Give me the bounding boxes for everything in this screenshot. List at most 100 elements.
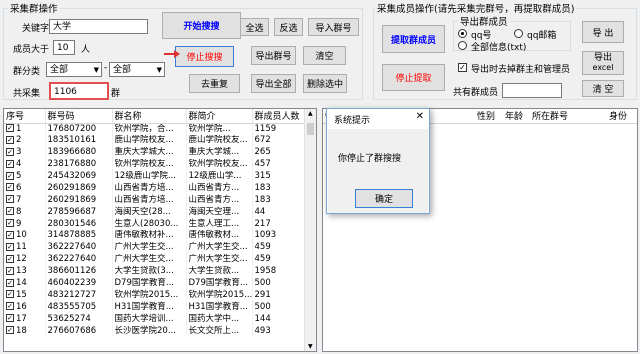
row-group-name: 国药大学培训... bbox=[112, 313, 187, 326]
row-checkbox[interactable]: ✓ bbox=[6, 159, 14, 168]
row-checkbox[interactable]: ✓ bbox=[6, 183, 14, 192]
export-button[interactable]: 导 出 bbox=[582, 21, 624, 43]
col-header-group-id[interactable]: 群号码 bbox=[45, 109, 113, 124]
clear-groups-button[interactable]: 清空 bbox=[303, 46, 346, 65]
col-header-group-name[interactable]: 群名称 bbox=[112, 109, 187, 124]
table-row[interactable]: ✓ 11 362227640 广州大学生交... 广州大学生交... 459 bbox=[4, 241, 307, 254]
extract-members-button[interactable]: 提取群成员 bbox=[382, 25, 445, 53]
collected-count-field: 1106 bbox=[49, 82, 109, 100]
row-checkbox[interactable]: ✓ bbox=[6, 207, 14, 216]
col-header-gender[interactable]: 性别 bbox=[475, 109, 503, 124]
dialog-ok-button[interactable]: 确定 bbox=[355, 189, 413, 208]
row-group-id: 238176880 bbox=[45, 158, 113, 171]
dialog-body: 你停止了群搜搜 确定 bbox=[328, 129, 428, 213]
row-group-id: 483555705 bbox=[45, 301, 113, 314]
select-all-button[interactable]: 全选 bbox=[240, 18, 269, 36]
row-group-desc: 唐伟敏教材... bbox=[186, 230, 253, 242]
table-row[interactable]: ✓ 1 176807200 钦州学院，合... 钦州学院... 1159 bbox=[4, 123, 307, 135]
stop-search-button[interactable]: 停止搜搜 bbox=[175, 46, 234, 67]
row-group-id: 183510161 bbox=[45, 134, 113, 147]
row-member-count: 44 bbox=[252, 206, 307, 219]
table-row[interactable]: ✓ 14 460402239 D79国学教育... D79国学教育... 500 bbox=[4, 277, 307, 290]
col-header-member-group-id[interactable]: 所在群号 bbox=[530, 109, 607, 124]
row-group-name: 重庆大学城大... bbox=[112, 146, 187, 159]
export-all-button[interactable]: 导出全部 bbox=[251, 74, 296, 93]
remove-owner-checkbox[interactable]: ✓ bbox=[458, 63, 467, 72]
close-icon[interactable]: ✕ bbox=[416, 111, 424, 122]
col-header-age[interactable]: 年龄 bbox=[503, 109, 530, 124]
col-header-member-count[interactable]: 群成员人数 bbox=[252, 109, 307, 124]
start-search-button[interactable]: 开始搜搜 bbox=[162, 12, 241, 39]
row-checkbox[interactable]: ✓ bbox=[6, 314, 14, 323]
col-header-role[interactable]: 身份 bbox=[607, 109, 637, 124]
row-group-id: 260291869 bbox=[45, 194, 113, 207]
row-checkbox[interactable]: ✓ bbox=[6, 230, 14, 239]
table-row[interactable]: ✓ 17 53625274 国药大学培训... 国药大学中... 144 bbox=[4, 313, 307, 326]
col-header-index[interactable]: 序号 bbox=[4, 109, 46, 124]
import-groups-button[interactable]: 导入群号 bbox=[308, 18, 359, 36]
members-unit-label: 人 bbox=[81, 45, 91, 55]
table-row[interactable]: ✓ 5 245432069 12级鹿山学院... 12级鹿山学... 315 bbox=[4, 170, 307, 183]
row-checkbox[interactable]: ✓ bbox=[6, 195, 14, 204]
row-member-count: 144 bbox=[252, 313, 307, 326]
group-table-scrollbar[interactable]: ▲ ▼ bbox=[304, 109, 316, 351]
table-row[interactable]: ✓ 16 483555705 H31国学教育... H31国学教育... 500 bbox=[4, 301, 307, 314]
row-group-id: 260291869 bbox=[45, 182, 113, 195]
row-group-id: 276607686 bbox=[45, 325, 113, 338]
col-header-group-desc[interactable]: 群简介 bbox=[186, 109, 253, 124]
row-group-desc: 国药大学中... bbox=[186, 313, 253, 326]
clear-members-button[interactable]: 清 空 bbox=[582, 80, 624, 97]
radio-qq-number[interactable] bbox=[458, 29, 467, 38]
table-row[interactable]: ✓ 12 362227640 广州大学生交... 广州大学生交... 459 bbox=[4, 253, 307, 266]
scrollbar-thumb[interactable] bbox=[307, 123, 314, 135]
row-group-name: 钦州学院2015... bbox=[112, 289, 187, 302]
export-groups-button[interactable]: 导出群号 bbox=[251, 46, 296, 65]
row-group-id: 53625274 bbox=[45, 313, 113, 326]
table-row[interactable]: ✓ 4 238176880 钦州学院校友... 钦州学院校友... 457 bbox=[4, 158, 307, 171]
scroll-up-icon[interactable]: ▲ bbox=[308, 110, 313, 117]
row-group-id: 245432069 bbox=[45, 170, 113, 183]
table-row[interactable]: ✓ 3 183966680 重庆大学城大... 重庆大学城... 265 bbox=[4, 146, 307, 159]
dedupe-button[interactable]: 去重复 bbox=[189, 74, 240, 93]
category-select-secondary[interactable]: 全部 ▼ bbox=[109, 62, 165, 77]
category-select-primary[interactable]: 全部 ▼ bbox=[46, 62, 102, 77]
stop-extract-button[interactable]: 停止提取 bbox=[382, 64, 445, 91]
table-row[interactable]: ✓ 10 314878885 唐伟敏教材补... 唐伟敏教材... 1093 bbox=[4, 230, 307, 242]
table-row[interactable]: ✓ 8 278596687 海闽天空(28... 海闽天空理... 44 bbox=[4, 206, 307, 219]
table-row[interactable]: ✓ 18 276607686 长沙医学院20... 长文交所上... 493 bbox=[4, 325, 307, 338]
keyword-input[interactable]: 大学 bbox=[49, 19, 148, 34]
members-min-input[interactable]: 10 bbox=[53, 40, 75, 55]
row-checkbox[interactable]: ✓ bbox=[6, 124, 14, 133]
table-row[interactable]: ✓ 9 280301546 生意人(28030... 生意人理工... 217 bbox=[4, 218, 307, 231]
table-row[interactable]: ✓ 13 386601126 大学生贷款(3... 大学生贷款... 1958 bbox=[4, 265, 307, 278]
members-min-label: 成员大于 bbox=[13, 45, 50, 55]
row-checkbox[interactable]: ✓ bbox=[6, 147, 14, 156]
row-index: ✓ 13 bbox=[4, 265, 46, 278]
row-checkbox[interactable]: ✓ bbox=[6, 278, 14, 287]
row-checkbox[interactable]: ✓ bbox=[6, 254, 14, 263]
table-row[interactable]: ✓ 6 260291869 山西省青方培... 山西省青方... 183 bbox=[4, 182, 307, 195]
row-member-count: 183 bbox=[252, 182, 307, 195]
export-excel-button[interactable]: 导出 excel bbox=[582, 51, 624, 75]
row-checkbox[interactable]: ✓ bbox=[6, 326, 14, 335]
radio-qq-email[interactable] bbox=[514, 29, 523, 38]
row-group-name: 12级鹿山学院... bbox=[112, 170, 187, 183]
row-checkbox[interactable]: ✓ bbox=[6, 302, 14, 311]
table-row[interactable]: ✓ 7 260291869 山西省青方培... 山西省青方... 183 bbox=[4, 194, 307, 207]
row-checkbox[interactable]: ✓ bbox=[6, 290, 14, 299]
scroll-down-icon[interactable]: ▼ bbox=[308, 343, 313, 350]
table-row[interactable]: ✓ 2 183510161 鹿山学院校友... 鹿山学院校友... 672 bbox=[4, 134, 307, 147]
table-row[interactable]: ✓ 15 483212727 钦州学院2015... 钦州学院2015... 291 bbox=[4, 289, 307, 302]
row-index-text: 8 bbox=[16, 206, 22, 217]
row-member-count: 459 bbox=[252, 253, 307, 266]
system-alert-dialog: 系统提示 ✕ 你停止了群搜搜 确定 bbox=[326, 108, 430, 214]
delete-selected-button[interactable]: 删除选中 bbox=[303, 74, 347, 93]
row-group-name: 生意人(28030... bbox=[112, 218, 187, 231]
row-checkbox[interactable]: ✓ bbox=[6, 266, 14, 275]
row-checkbox[interactable]: ✓ bbox=[6, 135, 14, 144]
radio-all-info[interactable] bbox=[458, 41, 467, 50]
invert-selection-button[interactable]: 反选 bbox=[274, 18, 303, 36]
row-checkbox[interactable]: ✓ bbox=[6, 171, 14, 180]
row-checkbox[interactable]: ✓ bbox=[6, 242, 14, 251]
row-checkbox[interactable]: ✓ bbox=[6, 219, 14, 228]
